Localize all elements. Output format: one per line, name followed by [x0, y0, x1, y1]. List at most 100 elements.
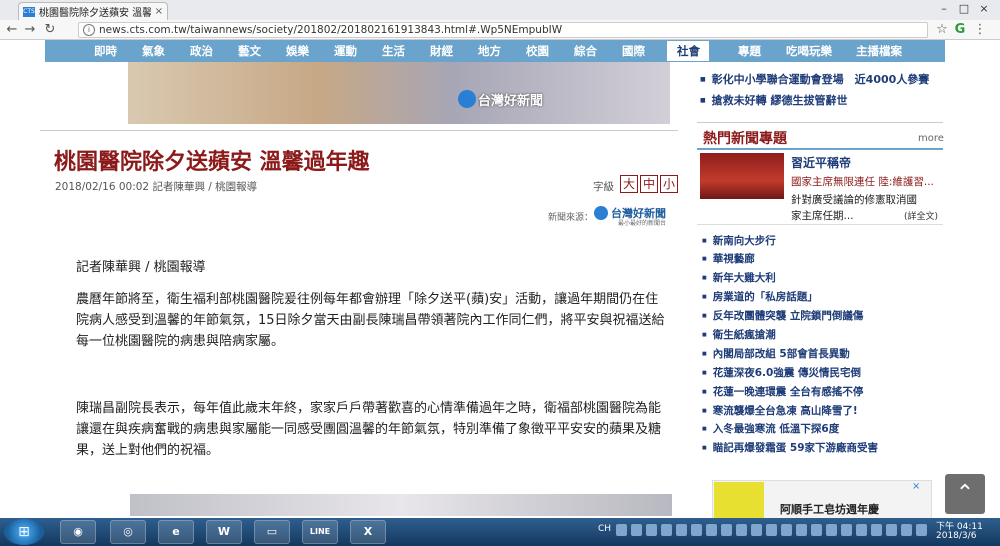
nav-item[interactable]: 娛樂 — [286, 40, 309, 62]
ad-text: 阿順手工皂坊週年慶 — [780, 503, 879, 516]
reload-icon[interactable]: ↻ — [42, 22, 58, 38]
article-paragraph: 農曆年節將至，衛生福利部桃園醫院爰往例每年都會辦理「除夕送平(蘋)安」活動，讓過… — [76, 292, 665, 349]
forward-icon[interactable]: → — [22, 22, 38, 38]
hot-topic-headline[interactable]: 習近平稱帝 — [791, 154, 851, 171]
tray-icon[interactable] — [871, 524, 882, 536]
minimize-button[interactable]: – — [936, 2, 952, 16]
article-reporter: 記者陳華興 / 桃園報導 — [76, 260, 206, 275]
taskbar-line-icon[interactable]: LINE — [302, 520, 338, 544]
topic-link[interactable]: 新年大雞大利 — [702, 270, 776, 285]
tray-icon[interactable] — [721, 524, 732, 536]
topic-link[interactable]: 新南向大步行 — [702, 233, 776, 248]
topic-link[interactable]: 衛生紙瘋搶潮 — [702, 327, 776, 342]
tray-icon[interactable] — [616, 524, 627, 536]
nav-item[interactable]: 藝文 — [238, 40, 261, 62]
nav-item[interactable]: 政治 — [190, 40, 213, 62]
tray-icon[interactable] — [676, 524, 687, 536]
clock-date[interactable]: 2018/3/6 — [936, 531, 976, 541]
tray-icon[interactable] — [811, 524, 822, 536]
font-medium-button[interactable]: 中 — [640, 175, 658, 193]
article-photo — [130, 494, 672, 516]
nav-item[interactable]: 校園 — [526, 40, 549, 62]
topic-link[interactable]: 花蓮一晚連環震 全台有感搖不停 — [702, 384, 864, 399]
tray-icon[interactable] — [796, 524, 807, 536]
tray-icon[interactable] — [646, 524, 657, 536]
nav-item[interactable]: 氣象 — [142, 40, 165, 62]
tray-icon[interactable] — [901, 524, 912, 536]
hot-topic-thumbnail[interactable] — [700, 153, 784, 199]
close-window-button[interactable]: × — [976, 2, 992, 16]
tab-close-icon[interactable]: × — [155, 6, 163, 17]
full-text-link[interactable]: (詳全文) — [904, 209, 938, 222]
scroll-to-top-button[interactable]: ⌃ — [945, 474, 985, 514]
divider — [40, 130, 678, 131]
browser-tab[interactable]: CTS 桃園醫院除夕送蘋安 溫馨 × — [18, 2, 168, 20]
nav-item[interactable]: 生活 — [382, 40, 405, 62]
nav-item[interactable]: 綜合 — [574, 40, 597, 62]
tray-language[interactable]: CH — [598, 524, 611, 534]
tray-icon[interactable] — [751, 524, 762, 536]
address-bar[interactable]: i news.cts.com.tw/taiwannews/society/201… — [78, 22, 928, 38]
banner-logo-text: 台灣好新聞 — [478, 94, 544, 109]
info-icon[interactable]: i — [83, 24, 95, 36]
topic-link[interactable]: 入冬最強寒流 低溫下探6度 — [702, 421, 839, 436]
tray-icon[interactable] — [691, 524, 702, 536]
article-headline: 桃園醫院除夕送蘋安 溫馨過年趣 — [54, 150, 370, 175]
hot-topic-line[interactable]: 國家主席無限連任 陸:維護習... — [791, 174, 934, 189]
nav-item[interactable]: 專題 — [738, 40, 761, 62]
taskbar-chrome-icon[interactable]: ◎ — [110, 520, 146, 544]
nav-item[interactable]: 即時 — [94, 40, 117, 62]
source-label: 新聞來源： — [548, 213, 594, 223]
hot-topic-line: 針對廣受議論的修憲取消國 — [791, 194, 917, 206]
ad-close-icon[interactable]: × — [912, 481, 920, 492]
menu-icon[interactable]: ⋮ — [972, 22, 988, 38]
tray-icon[interactable] — [826, 524, 837, 536]
source-logo-icon — [594, 206, 608, 220]
start-button[interactable]: ⊞ — [4, 519, 44, 545]
nav-item[interactable]: 國際 — [622, 40, 645, 62]
tray-icon[interactable] — [736, 524, 747, 536]
sidebar-news-link[interactable]: 搶救未好轉 繆德生拔管辭世 — [700, 92, 848, 108]
tray-icon[interactable] — [766, 524, 777, 536]
taskbar-ie-icon[interactable]: e — [158, 520, 194, 544]
url-text: news.cts.com.tw/taiwannews/society/20180… — [99, 24, 563, 36]
topic-link[interactable]: 華視藝廊 — [702, 251, 755, 266]
nav-item[interactable]: 地方 — [478, 40, 501, 62]
sidebar-news-link[interactable]: 彰化中小學聯合運動會登場 近4000人參賽 — [700, 71, 930, 87]
tab-title: 桃園醫院除夕送蘋安 溫馨 — [39, 8, 151, 19]
nav-item[interactable]: 財經 — [430, 40, 453, 62]
tray-icon[interactable] — [886, 524, 897, 536]
tray-icon[interactable] — [661, 524, 672, 536]
taskbar-excel-icon[interactable]: X — [350, 520, 386, 544]
font-large-button[interactable]: 大 — [620, 175, 638, 193]
tray-icon[interactable] — [841, 524, 852, 536]
section-bar — [697, 148, 943, 150]
nav-item[interactable]: 運動 — [334, 40, 357, 62]
taskbar-firefox-icon[interactable]: ◉ — [60, 520, 96, 544]
nav-item[interactable]: 主播檔案 — [856, 40, 902, 62]
extension-icon[interactable]: G — [952, 22, 968, 38]
tray-icon[interactable] — [856, 524, 867, 536]
favicon-icon: CTS — [23, 6, 35, 17]
star-icon[interactable]: ☆ — [934, 22, 950, 38]
nav-item[interactable]: 吃喝玩樂 — [786, 40, 832, 62]
topic-link[interactable]: 瞄記再爆發霜蛋 59家下游廠商受害 — [702, 440, 878, 455]
tray-icon[interactable] — [916, 524, 927, 536]
topic-link[interactable]: 寒流襲爆全台急凍 高山降雪了! — [702, 403, 858, 418]
back-icon[interactable]: ← — [4, 22, 20, 38]
tray-icon[interactable] — [706, 524, 717, 536]
topic-link[interactable]: 反年改團體突襲 立院鎖門倒議傷 — [702, 308, 864, 323]
hot-topic-line: 家主席任期... — [791, 210, 854, 222]
taskbar-word-icon[interactable]: W — [206, 520, 242, 544]
topic-link[interactable]: 房業道的「私房話題」 — [702, 289, 818, 304]
font-small-button[interactable]: 小 — [660, 175, 678, 193]
topic-link[interactable]: 花蓮深夜6.0強震 傳災情民宅倒 — [702, 365, 861, 380]
taskbar-explorer-icon[interactable]: ▭ — [254, 520, 290, 544]
nav-item-active[interactable]: 社會 — [677, 40, 700, 62]
more-link[interactable]: more — [918, 133, 944, 144]
tray-icon[interactable] — [781, 524, 792, 536]
tray-icon[interactable] — [631, 524, 642, 536]
topic-link[interactable]: 內閣局部改組 5部會首長異動 — [702, 346, 850, 361]
divider — [697, 122, 943, 123]
maximize-button[interactable]: □ — [956, 2, 972, 16]
